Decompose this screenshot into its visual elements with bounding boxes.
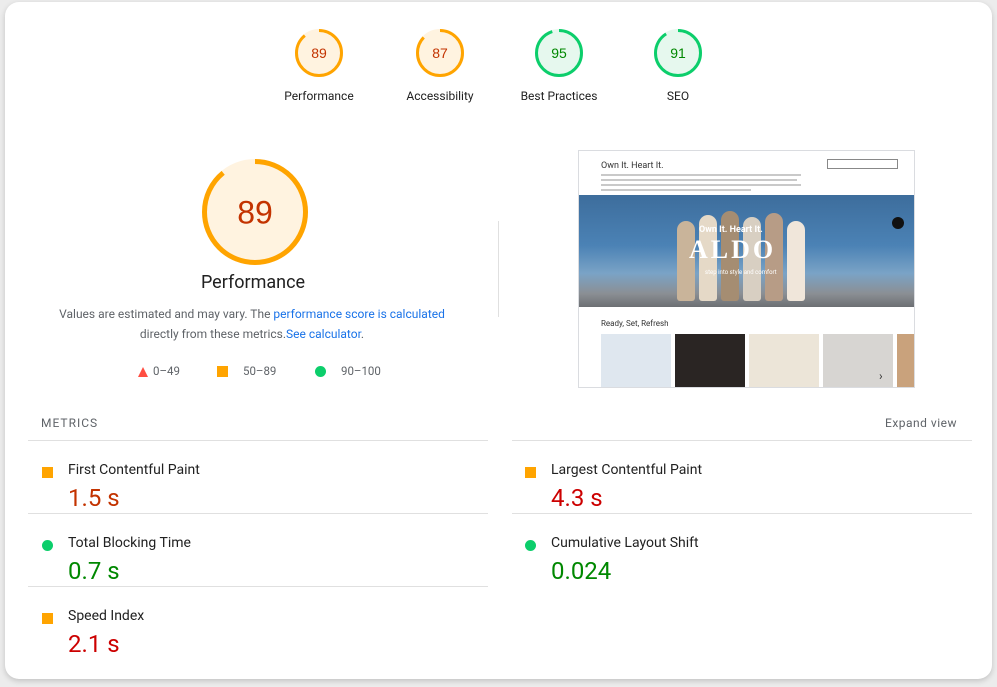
- screenshot-section-title: Ready, Set, Refresh: [601, 319, 669, 328]
- metrics-divider: [28, 440, 488, 441]
- chat-icon: [892, 217, 904, 229]
- metric-value: 0.7 s: [68, 557, 120, 585]
- legend-average: 50–89: [217, 364, 297, 380]
- metric-name: Speed Index: [68, 608, 145, 624]
- see-calculator-link[interactable]: See calculator: [286, 327, 361, 341]
- square-icon: [525, 467, 536, 478]
- desc-end: .: [360, 327, 365, 341]
- legend-average-label: 50–89: [243, 364, 277, 378]
- gauge-label: Performance: [284, 89, 354, 103]
- hero-tagline: Own It. Heart It.: [699, 225, 763, 235]
- legend-pass: 90–100: [315, 364, 405, 380]
- metric-cumulative-layout-shift: Cumulative Layout Shift 0.024: [516, 524, 956, 585]
- screenshot-hero-banner: Own It. Heart It. ALDO step into style a…: [579, 195, 914, 307]
- expand-view-button[interactable]: Expand view: [885, 416, 957, 430]
- lighthouse-report-card: 89 Performance 87 Accessibility 95 Best …: [5, 2, 992, 679]
- section-divider: [498, 221, 499, 317]
- circle-icon: [42, 540, 53, 551]
- screenshot-button: [827, 159, 898, 169]
- final-screenshot[interactable]: Own It. Heart It. Own It. Heart It. ALDO…: [578, 150, 915, 388]
- legend-fail-label: 0–49: [153, 364, 180, 378]
- metric-value: 2.1 s: [68, 630, 120, 658]
- legend-pass-label: 90–100: [341, 364, 381, 378]
- metrics-divider: [28, 513, 488, 514]
- model-figure: [787, 221, 805, 301]
- metrics-divider: [512, 440, 972, 441]
- metric-value: 0.024: [551, 557, 612, 585]
- metric-largest-contentful-paint: Largest Contentful Paint 4.3 s: [516, 451, 956, 512]
- gauge-best-practices[interactable]: 95 Best Practices: [504, 28, 614, 103]
- product-tile: [897, 334, 914, 387]
- gauge-label: Accessibility: [406, 89, 474, 103]
- gauge-score: 89: [237, 195, 273, 231]
- score-calculated-link[interactable]: performance score is calculated: [273, 307, 444, 321]
- square-icon: [217, 366, 228, 377]
- hero-logo: ALDO: [689, 235, 777, 264]
- product-tile: [601, 334, 671, 387]
- gauge-score: 91: [670, 45, 686, 61]
- product-tile: [675, 334, 745, 387]
- gauge-label: SEO: [666, 89, 690, 103]
- metric-value: 1.5 s: [68, 484, 120, 512]
- product-tile: [749, 334, 819, 387]
- triangle-icon: [138, 367, 148, 377]
- gauge-score: 87: [432, 45, 448, 61]
- metrics-divider: [512, 513, 972, 514]
- desc-text-2: directly from these metrics.: [139, 327, 287, 341]
- gauge-score: 89: [311, 45, 327, 61]
- metric-name: First Contentful Paint: [68, 462, 200, 478]
- metrics-header: METRICS: [41, 416, 99, 430]
- metric-name: Total Blocking Time: [68, 535, 191, 551]
- gauge-seo[interactable]: 91 SEO: [623, 28, 733, 103]
- chevron-right-icon: ›: [879, 369, 883, 383]
- gauge-score: 95: [551, 45, 567, 61]
- gauge-ring: 91: [654, 29, 702, 77]
- metric-first-contentful-paint: First Contentful Paint 1.5 s: [33, 451, 473, 512]
- hero-subtitle: step into style and comfort: [705, 269, 777, 276]
- metrics-divider: [28, 586, 488, 587]
- performance-title: Performance: [200, 272, 306, 293]
- square-icon: [42, 467, 53, 478]
- gauge-ring: 89: [295, 29, 343, 77]
- gauge-ring: 87: [416, 29, 464, 77]
- screenshot-paragraph: [601, 174, 801, 194]
- legend-fail: 0–49: [137, 364, 217, 380]
- circle-icon: [315, 366, 326, 377]
- performance-description: Values are estimated and may vary. The p…: [55, 304, 449, 344]
- gauge-performance[interactable]: 89 Performance: [264, 28, 374, 103]
- square-icon: [42, 613, 53, 624]
- metric-name: Cumulative Layout Shift: [551, 535, 699, 551]
- score-gauges: 89 Performance 87 Accessibility 95 Best …: [5, 28, 992, 108]
- metric-value: 4.3 s: [551, 484, 603, 512]
- screenshot-heading: Own It. Heart It.: [601, 161, 664, 171]
- metric-total-blocking-time: Total Blocking Time 0.7 s: [33, 524, 473, 585]
- performance-big-gauge: 89: [202, 159, 308, 265]
- metric-speed-index: Speed Index 2.1 s: [33, 597, 473, 658]
- gauge-label: Best Practices: [520, 89, 598, 103]
- circle-icon: [525, 540, 536, 551]
- gauge-ring: 95: [535, 29, 583, 77]
- desc-text: Values are estimated and may vary. The: [59, 307, 274, 321]
- metric-name: Largest Contentful Paint: [551, 462, 703, 478]
- gauge-accessibility[interactable]: 87 Accessibility: [385, 28, 495, 103]
